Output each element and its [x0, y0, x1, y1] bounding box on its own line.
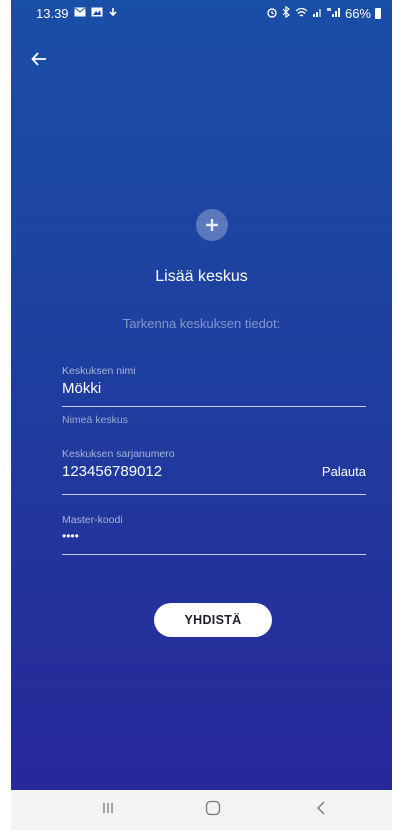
app-screen: 13.39 66% Lisää keskus Tarkenna keskukse…	[11, 0, 392, 790]
recents-button[interactable]	[78, 790, 138, 830]
bluetooth-icon	[282, 5, 291, 21]
connect-button[interactable]: YHDISTÄ	[154, 603, 272, 637]
hub-serial-field[interactable]: Keskuksen sarjanumero 123456789012 Palau…	[62, 448, 366, 495]
hub-serial-underline	[62, 494, 366, 495]
download-icon	[108, 7, 118, 21]
hub-name-underline	[62, 406, 366, 407]
battery-icon	[375, 8, 381, 19]
master-code-field[interactable]: Master-koodi ••••	[62, 514, 366, 555]
home-icon	[205, 800, 221, 821]
message-icon	[74, 7, 86, 20]
hub-name-helper: Nimeä keskus	[62, 414, 128, 426]
page-title: Lisää keskus	[155, 268, 248, 285]
arrow-left-icon	[31, 51, 47, 72]
hub-serial-label: Keskuksen sarjanumero	[62, 448, 175, 460]
master-code-input[interactable]: ••••	[62, 529, 366, 547]
page-subtitle: Tarkenna keskuksen tiedot:	[122, 316, 281, 331]
back-button[interactable]	[25, 47, 53, 75]
signal-icon	[312, 7, 323, 21]
alarm-icon	[266, 6, 278, 21]
wifi-icon	[295, 7, 308, 21]
system-nav-bar	[11, 790, 392, 830]
master-code-label: Master-koodi	[62, 514, 123, 526]
back-nav-button[interactable]	[291, 790, 351, 830]
status-left: 13.39	[36, 6, 118, 21]
status-right: 66%	[266, 5, 381, 21]
plus-circle-icon	[196, 209, 228, 241]
restore-button[interactable]: Palauta	[322, 464, 366, 479]
home-button[interactable]	[183, 790, 243, 830]
status-bar: 13.39 66%	[11, 0, 392, 28]
hub-serial-input[interactable]: 123456789012	[62, 463, 366, 481]
battery-percent: 66%	[344, 6, 371, 21]
4g-signal-icon	[326, 7, 341, 21]
hub-name-label: Keskuksen nimi	[62, 365, 136, 377]
gallery-icon	[91, 7, 103, 20]
recents-icon	[101, 801, 115, 820]
back-icon	[315, 800, 327, 821]
hub-name-field[interactable]: Keskuksen nimi Mökki	[62, 365, 366, 407]
status-time: 13.39	[36, 6, 69, 21]
master-code-underline	[62, 554, 366, 555]
hub-name-input[interactable]: Mökki	[62, 380, 366, 398]
